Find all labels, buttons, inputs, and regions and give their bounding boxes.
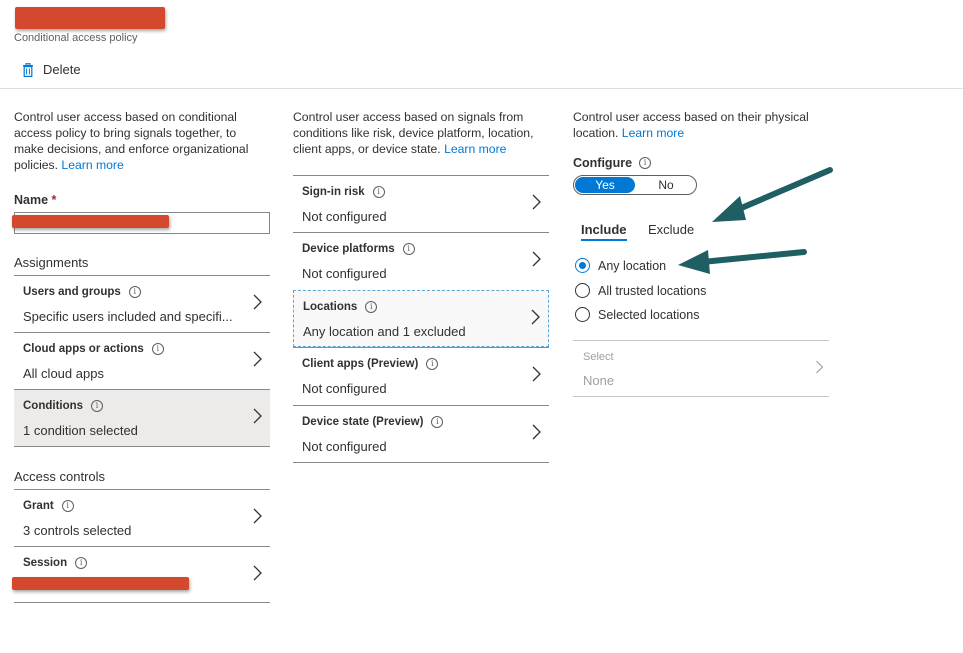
delete-button[interactable]: Delete bbox=[22, 62, 81, 77]
row-value: Not configured bbox=[302, 439, 387, 454]
row-title: Client apps (Preview) bbox=[302, 358, 419, 370]
radio-label: Selected locations bbox=[598, 307, 700, 322]
middle-learn-more-link[interactable]: Learn more bbox=[444, 142, 506, 156]
info-icon: i bbox=[61, 500, 74, 512]
chevron-right-icon bbox=[253, 408, 262, 424]
info-icon: i bbox=[372, 186, 385, 198]
row-title: Device platforms bbox=[302, 243, 395, 255]
chevron-right-icon bbox=[253, 351, 262, 367]
page-subtitle: Conditional access policy bbox=[14, 32, 138, 44]
radio-label: Any location bbox=[598, 258, 667, 273]
right-learn-more-link[interactable]: Learn more bbox=[622, 126, 684, 140]
row-title: Session bbox=[23, 557, 68, 569]
row-value: 1 condition selected bbox=[23, 423, 138, 438]
info-icon: i bbox=[75, 557, 88, 569]
redacted-title bbox=[15, 7, 165, 29]
row-value: Any location and 1 excluded bbox=[303, 324, 466, 339]
chevron-right-icon bbox=[532, 194, 541, 210]
assignments-heading: Assignments bbox=[14, 255, 89, 270]
left-learn-more-link[interactable]: Learn more bbox=[61, 158, 123, 172]
chevron-right-icon bbox=[816, 360, 824, 374]
chevron-right-icon bbox=[253, 565, 262, 581]
radio-unselected-icon bbox=[575, 283, 590, 298]
active-tab-indicator bbox=[581, 239, 627, 241]
right-description: Control user access based on their physi… bbox=[573, 110, 809, 140]
info-icon: i bbox=[151, 343, 164, 355]
name-label: Name * bbox=[14, 193, 57, 207]
row-value: 3 controls selected bbox=[23, 523, 132, 538]
chevron-right-icon bbox=[532, 424, 541, 440]
access-control-grant[interactable]: Grant i 3 controls selected bbox=[14, 489, 270, 547]
assignments-bottom-line bbox=[14, 446, 270, 447]
tab-include[interactable]: Include bbox=[581, 222, 627, 237]
row-title: Grant bbox=[23, 500, 54, 512]
radio-selected-icon bbox=[575, 258, 590, 273]
info-icon: i bbox=[431, 416, 444, 428]
toggle-no[interactable]: No bbox=[636, 176, 696, 194]
assignment-cloud-apps[interactable]: Cloud apps or actions i All cloud apps bbox=[14, 332, 270, 390]
assignment-users-and-groups[interactable]: Users and groups i Specific users include… bbox=[14, 275, 270, 333]
radio-selected-locations[interactable]: Selected locations bbox=[575, 307, 699, 322]
delete-label: Delete bbox=[43, 62, 81, 77]
chevron-right-icon bbox=[532, 251, 541, 267]
condition-device-platforms[interactable]: Device platforms i Not configured bbox=[293, 232, 549, 290]
row-value: All cloud apps bbox=[23, 366, 104, 381]
row-value: Not configured bbox=[302, 381, 387, 396]
annotation-arrow-icon bbox=[678, 249, 807, 274]
configure-label: Configure i bbox=[573, 156, 652, 170]
configure-toggle[interactable]: Yes No bbox=[573, 175, 697, 195]
info-icon: i bbox=[639, 157, 652, 169]
row-title: Locations bbox=[303, 301, 358, 313]
row-value: Specific users included and specifi... bbox=[23, 309, 233, 324]
select-label: Select bbox=[583, 351, 614, 363]
row-title: Cloud apps or actions bbox=[23, 343, 144, 355]
info-icon: i bbox=[365, 301, 378, 313]
condition-client-apps[interactable]: Client apps (Preview) i Not configured bbox=[293, 347, 549, 405]
tab-exclude[interactable]: Exclude bbox=[648, 222, 694, 237]
location-select[interactable]: Select None bbox=[573, 340, 829, 397]
radio-unselected-icon bbox=[575, 307, 590, 322]
radio-all-trusted-locations[interactable]: All trusted locations bbox=[575, 283, 706, 298]
annotation-arrow-icon bbox=[712, 167, 833, 222]
row-value: Not configured bbox=[302, 209, 387, 224]
required-mark: * bbox=[51, 193, 57, 207]
info-icon: i bbox=[426, 358, 439, 370]
chevron-right-icon bbox=[253, 508, 262, 524]
assignment-conditions[interactable]: Conditions i 1 condition selected bbox=[14, 389, 270, 447]
row-title: Device state (Preview) bbox=[302, 416, 424, 428]
header-divider bbox=[0, 88, 963, 89]
info-icon: i bbox=[402, 243, 415, 255]
left-description: Control user access based on conditional… bbox=[14, 110, 249, 172]
chevron-right-icon bbox=[532, 366, 541, 382]
row-title: Sign-in risk bbox=[302, 186, 365, 198]
redacted-session-value bbox=[12, 577, 189, 590]
toggle-yes[interactable]: Yes bbox=[575, 177, 635, 193]
access-control-session[interactable]: Session i bbox=[14, 546, 270, 603]
trash-icon bbox=[23, 62, 33, 77]
condition-locations[interactable]: Locations i Any location and 1 excluded bbox=[293, 290, 549, 347]
access-controls-heading: Access controls bbox=[14, 469, 106, 484]
info-icon: i bbox=[128, 286, 141, 298]
redacted-name-value bbox=[12, 215, 169, 228]
info-icon: i bbox=[91, 400, 104, 412]
condition-device-state[interactable]: Device state (Preview) i Not configured bbox=[293, 405, 549, 463]
radio-label: All trusted locations bbox=[598, 283, 707, 298]
chevron-right-icon bbox=[531, 309, 540, 325]
condition-sign-in-risk[interactable]: Sign-in risk i Not configured bbox=[293, 175, 549, 233]
middle-description: Control user access based on signals fro… bbox=[293, 110, 534, 156]
row-value: Not configured bbox=[302, 266, 387, 281]
row-title: Users and groups bbox=[23, 286, 121, 298]
chevron-right-icon bbox=[253, 294, 262, 310]
radio-any-location[interactable]: Any location bbox=[575, 258, 666, 273]
select-value: None bbox=[583, 373, 615, 388]
row-title: Conditions bbox=[23, 400, 84, 412]
